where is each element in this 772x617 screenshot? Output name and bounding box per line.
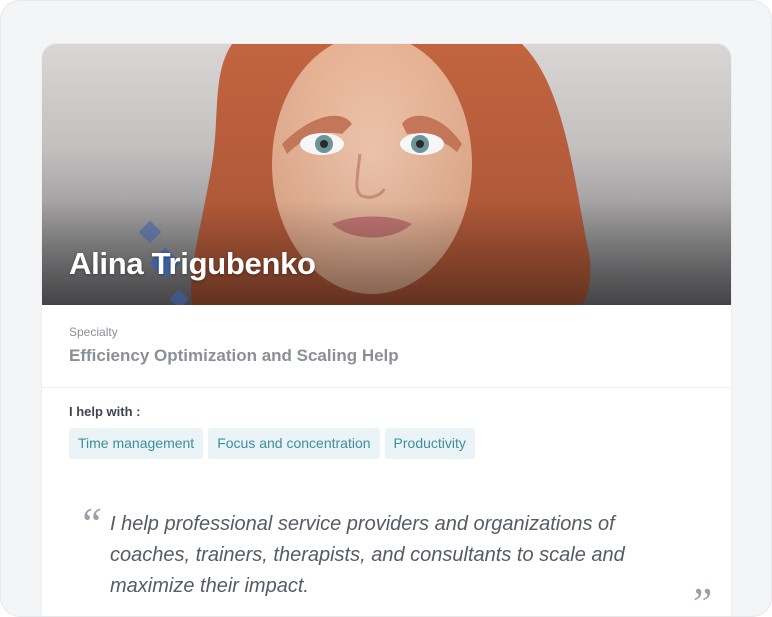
- page-frame: Alina Trigubenko Specialty Efficiency Op…: [0, 0, 772, 617]
- profile-hero: Alina Trigubenko: [42, 44, 731, 305]
- help-tags: Time management Focus and concentration …: [69, 428, 475, 459]
- specialty-label: Specialty: [69, 325, 118, 339]
- tag-productivity[interactable]: Productivity: [384, 428, 475, 459]
- help-with-title: I help with :: [69, 404, 141, 419]
- tag-focus-and-concentration[interactable]: Focus and concentration: [208, 428, 380, 459]
- specialty-section: Specialty Efficiency Optimization and Sc…: [42, 305, 731, 388]
- open-quote-icon: “: [78, 499, 103, 548]
- profile-quote: I help professional service providers an…: [110, 513, 625, 597]
- close-quote-icon: ”: [688, 579, 713, 617]
- profile-card[interactable]: Alina Trigubenko Specialty Efficiency Op…: [42, 44, 731, 617]
- profile-name: Alina Trigubenko: [69, 246, 316, 281]
- tag-time-management[interactable]: Time management: [69, 428, 204, 459]
- specialty-value: Efficiency Optimization and Scaling Help: [69, 346, 399, 365]
